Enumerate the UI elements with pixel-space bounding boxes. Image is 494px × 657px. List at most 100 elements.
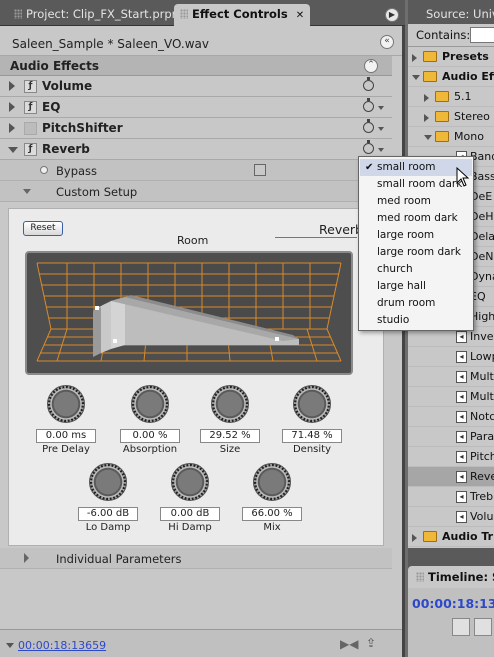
custom-setup-row[interactable]: Custom Setup bbox=[0, 181, 392, 202]
tree-effect-item[interactable]: ◂ Treb bbox=[408, 487, 494, 507]
stopwatch-icon[interactable] bbox=[363, 77, 374, 91]
effect-row-pitchshifter[interactable]: PitchShifter bbox=[0, 118, 392, 139]
tab-source[interactable]: Source: Unive bbox=[420, 4, 494, 26]
knob-dial[interactable] bbox=[211, 385, 249, 423]
expand-triangle-icon[interactable] bbox=[9, 102, 15, 112]
play-audio-icon[interactable]: ▶◀ bbox=[340, 637, 358, 651]
fx-toggle-icon[interactable] bbox=[24, 122, 37, 135]
chevron-down-icon[interactable] bbox=[6, 643, 14, 648]
menu-item[interactable]: drum room bbox=[360, 295, 472, 312]
stopwatch-icon[interactable] bbox=[363, 98, 374, 112]
tree-effect-item[interactable]: ◂Multi bbox=[408, 387, 494, 407]
menu-item-label: small room dark bbox=[377, 178, 463, 190]
individual-parameters-row[interactable]: Individual Parameters bbox=[0, 548, 392, 569]
fx-toggle-icon[interactable]: ƒ bbox=[24, 80, 37, 93]
stopwatch-icon[interactable] bbox=[363, 140, 374, 154]
close-icon[interactable]: ✕ bbox=[296, 10, 304, 21]
knob-absorption[interactable]: 0.00 % Absorption bbox=[115, 385, 185, 457]
expand-triangle-icon[interactable] bbox=[9, 123, 15, 133]
fx-toggle-icon[interactable]: ƒ bbox=[24, 101, 37, 114]
timeline-tab-label: Timeline: Sa bbox=[428, 570, 494, 584]
knob-value[interactable]: 0.00 dB bbox=[160, 507, 220, 521]
menu-item[interactable]: large hall bbox=[360, 278, 472, 295]
tree-effect-item[interactable]: ◂ Volu bbox=[408, 507, 494, 527]
folder-icon bbox=[435, 131, 449, 142]
tree-effect-item[interactable]: ◂ Notc bbox=[408, 407, 494, 427]
export-icon[interactable]: ⇪ bbox=[366, 636, 376, 650]
effect-row-eq[interactable]: ƒ EQ bbox=[0, 97, 392, 118]
menu-item[interactable]: church bbox=[360, 261, 472, 278]
contains-search-input[interactable] bbox=[470, 27, 494, 43]
current-timecode[interactable]: 00:00:18:13659 bbox=[18, 639, 106, 652]
knob-size[interactable]: 29.52 % Size bbox=[195, 385, 265, 457]
bypass-row: Bypass bbox=[0, 160, 392, 181]
tree-effect-item[interactable]: ◂Reve bbox=[408, 467, 494, 487]
chevron-down-icon[interactable] bbox=[378, 148, 384, 152]
expand-triangle-icon[interactable] bbox=[412, 534, 417, 542]
tab-project[interactable]: Project: Clip_FX_Start.prproj bbox=[8, 4, 192, 26]
knob-lo-damp[interactable]: -6.00 dB Lo Damp bbox=[73, 463, 143, 535]
reset-button[interactable]: Reset bbox=[23, 221, 63, 236]
expand-triangle-icon[interactable] bbox=[24, 553, 29, 563]
knob-mix[interactable]: 66.00 % Mix bbox=[237, 463, 307, 535]
knob-value[interactable]: 29.52 % bbox=[200, 429, 260, 443]
collapse-section-icon[interactable]: ⌃ bbox=[364, 59, 378, 73]
knob-dial[interactable] bbox=[293, 385, 331, 423]
effect-row-volume[interactable]: ƒ Volume bbox=[0, 76, 392, 97]
expand-triangle-icon[interactable] bbox=[412, 54, 417, 62]
collapse-triangle-icon[interactable] bbox=[23, 189, 31, 194]
bypass-checkbox[interactable] bbox=[254, 164, 266, 176]
tree-effect-item[interactable]: ◂Lowp bbox=[408, 347, 494, 367]
expand-triangle-icon[interactable] bbox=[424, 114, 429, 122]
menu-item[interactable]: studio bbox=[360, 312, 472, 329]
knob-value[interactable]: -6.00 dB bbox=[78, 507, 138, 521]
menu-item[interactable]: med room bbox=[360, 193, 472, 210]
chevron-down-icon[interactable] bbox=[378, 106, 384, 110]
stopwatch-dot-icon[interactable] bbox=[40, 166, 48, 174]
knob-dial[interactable] bbox=[89, 463, 127, 501]
tab-timeline[interactable]: Timeline: Sa bbox=[408, 566, 494, 588]
tree-effect-item[interactable]: ◂ Para bbox=[408, 427, 494, 447]
knob-hi-damp[interactable]: 0.00 dB Hi Damp bbox=[155, 463, 225, 535]
knob-pre-delay[interactable]: 0.00 ms Pre Delay bbox=[31, 385, 101, 457]
tab-effect-controls[interactable]: Effect Controls ✕ bbox=[174, 4, 311, 26]
tree-effect-item[interactable]: ◂Pitch bbox=[408, 447, 494, 467]
snap-icon[interactable] bbox=[452, 618, 470, 636]
stopwatch-icon[interactable] bbox=[363, 119, 374, 133]
collapse-timeline-icon[interactable]: « bbox=[380, 35, 394, 49]
collapse-triangle-icon[interactable] bbox=[412, 75, 420, 80]
knob-dial[interactable] bbox=[47, 385, 85, 423]
menu-item[interactable]: large room dark bbox=[360, 244, 472, 261]
tree-folder[interactable]: Stereo bbox=[408, 107, 494, 127]
chevron-down-icon[interactable] bbox=[378, 127, 384, 131]
effect-row-reverb[interactable]: ƒ Reverb bbox=[0, 139, 392, 160]
collapse-triangle-icon[interactable] bbox=[8, 147, 18, 153]
tree-folder[interactable]: Mono bbox=[408, 127, 494, 147]
knob-dial[interactable] bbox=[171, 463, 209, 501]
knob-label: Density bbox=[292, 444, 332, 455]
knob-dial[interactable] bbox=[253, 463, 291, 501]
knob-value[interactable]: 0.00 % bbox=[120, 429, 180, 443]
expand-triangle-icon[interactable] bbox=[9, 81, 15, 91]
timeline-timecode[interactable]: 00:00:18:136 bbox=[412, 596, 494, 611]
tree-effect-item[interactable]: ◂Multi bbox=[408, 367, 494, 387]
expand-triangle-icon[interactable] bbox=[424, 94, 429, 102]
tree-folder[interactable]: Presets bbox=[408, 47, 494, 67]
menu-item[interactable]: med room dark bbox=[360, 210, 472, 227]
knob-value[interactable]: 71.48 % bbox=[282, 429, 342, 443]
tree-folder[interactable]: Audio Tr bbox=[408, 527, 494, 547]
collapse-triangle-icon[interactable] bbox=[424, 135, 432, 140]
knob-density[interactable]: 71.48 % Density bbox=[277, 385, 347, 457]
menu-item-label: studio bbox=[377, 314, 410, 326]
audio-effects-header: Audio Effects ⌃ bbox=[0, 56, 392, 76]
custom-setup-label: Custom Setup bbox=[56, 185, 138, 199]
knob-dial[interactable] bbox=[131, 385, 169, 423]
knob-value[interactable]: 66.00 % bbox=[242, 507, 302, 521]
panel-menu-icon[interactable]: ▶ bbox=[385, 8, 399, 22]
marker-icon[interactable] bbox=[474, 618, 492, 636]
tree-folder[interactable]: 5.1 bbox=[408, 87, 494, 107]
fx-toggle-icon[interactable]: ƒ bbox=[24, 143, 37, 156]
tree-folder[interactable]: Audio Eff bbox=[408, 67, 494, 87]
knob-value[interactable]: 0.00 ms bbox=[36, 429, 96, 443]
menu-item[interactable]: large room bbox=[360, 227, 472, 244]
